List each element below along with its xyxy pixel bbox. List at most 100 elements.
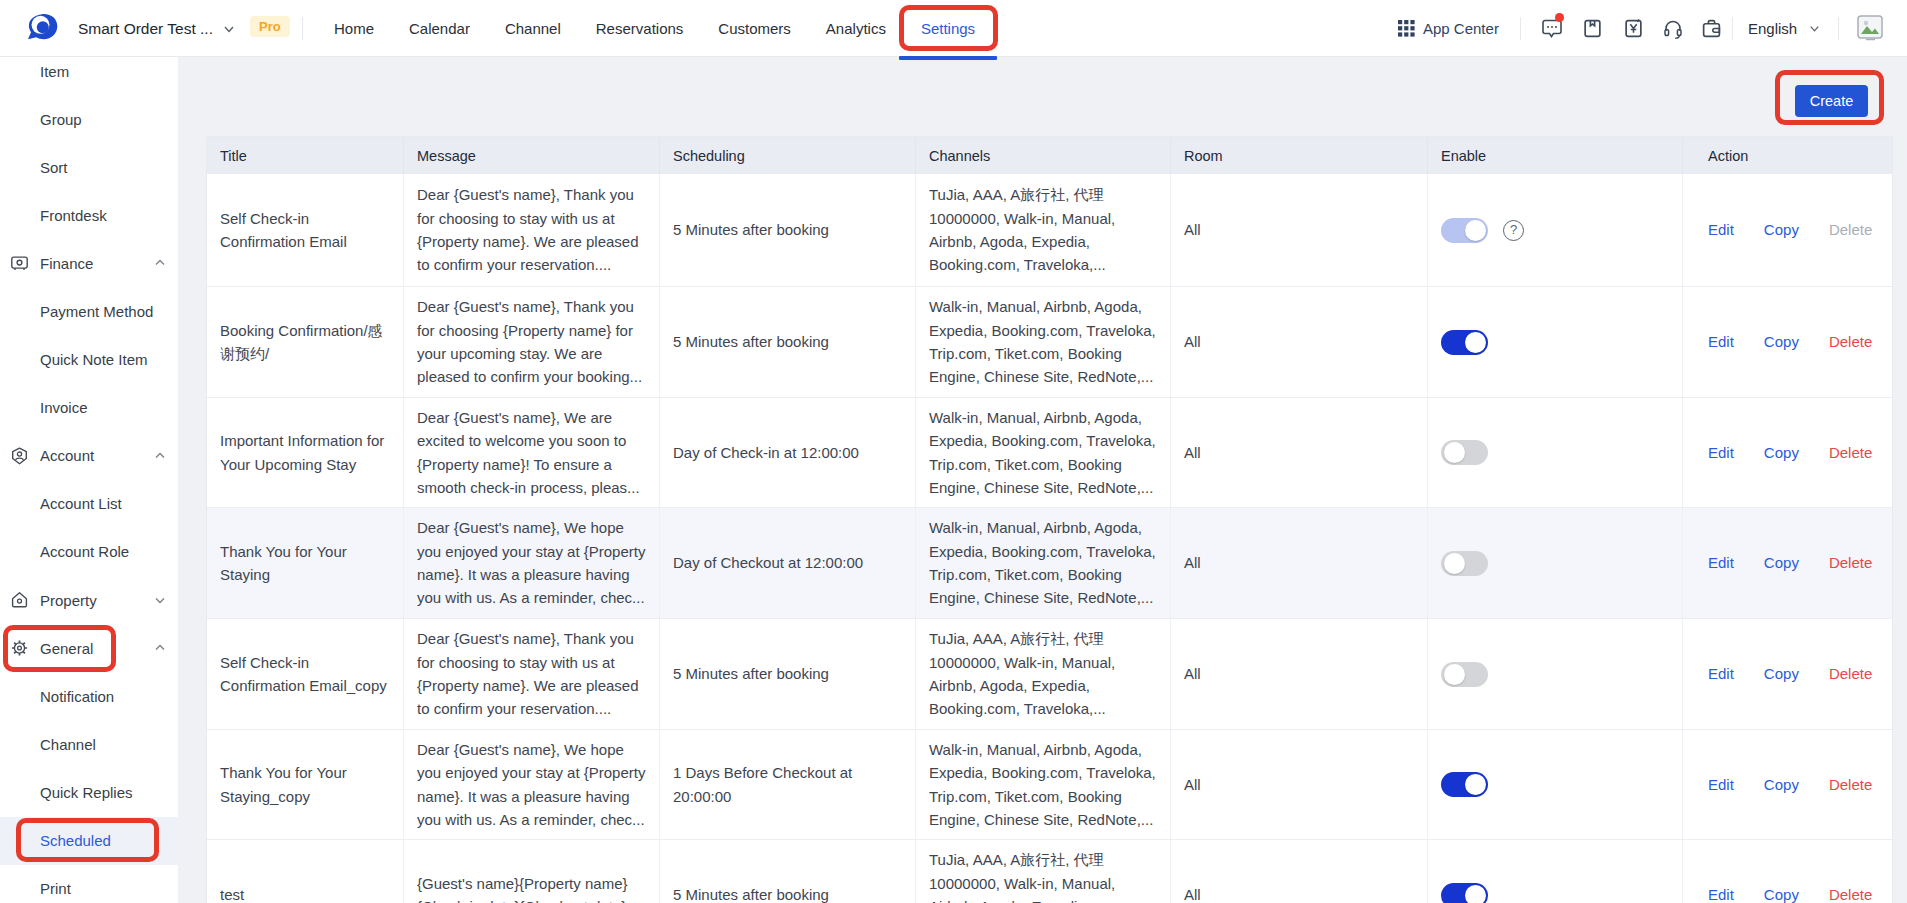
sidebar-item-print[interactable]: Print: [0, 865, 178, 903]
nav-settings[interactable]: Settings: [921, 20, 975, 37]
cell-message: Dear {Guest's name}, Thank you for choos…: [404, 174, 660, 287]
edit-link[interactable]: Edit: [1708, 662, 1734, 685]
cell-scheduling: 5 Minutes after booking: [660, 174, 916, 287]
delete-link[interactable]: Delete: [1829, 218, 1872, 241]
sidebar-item-invoice[interactable]: Invoice: [0, 384, 178, 432]
nav-home[interactable]: Home: [334, 20, 374, 37]
table-row: Self Check-in Confirmation Email_copy De…: [207, 619, 1892, 730]
delete-link[interactable]: Delete: [1829, 883, 1872, 903]
copy-link[interactable]: Copy: [1764, 441, 1799, 464]
sidebar-item-frontdesk[interactable]: Frontdesk: [0, 191, 178, 239]
edit-link[interactable]: Edit: [1708, 218, 1734, 241]
nav-customers[interactable]: Customers: [718, 20, 791, 37]
account-icon: [10, 446, 29, 465]
delete-link[interactable]: Delete: [1829, 441, 1872, 464]
col-header-message: Message: [404, 137, 660, 174]
col-header-channels: Channels: [916, 137, 1171, 174]
enable-toggle[interactable]: [1441, 551, 1488, 576]
edit-link[interactable]: Edit: [1708, 883, 1734, 903]
avatar-broken-image-icon[interactable]: [1856, 14, 1884, 42]
app-center-button[interactable]: App Center: [1398, 0, 1499, 57]
property-icon: [10, 591, 29, 610]
copy-link[interactable]: Copy: [1764, 883, 1799, 903]
receipt-yuan-icon: [1623, 18, 1644, 39]
cell-title: Self Check-in Confirmation Email_copy: [207, 619, 404, 730]
cell-action: Edit Copy Delete: [1683, 619, 1892, 730]
notification-dot: [1555, 13, 1564, 22]
sidebar-section-account[interactable]: Account: [0, 432, 178, 480]
enable-toggle[interactable]: [1441, 440, 1488, 465]
cell-action: Edit Copy Delete: [1683, 508, 1892, 619]
sidebar-section-finance[interactable]: Finance: [0, 239, 178, 287]
copy-link[interactable]: Copy: [1764, 662, 1799, 685]
col-header-title: Title: [207, 137, 404, 174]
sidebar-item-payment-method[interactable]: Payment Method: [0, 287, 178, 335]
sidebar-item-item[interactable]: Item: [0, 57, 178, 95]
language-chevron-down-icon: [1808, 22, 1821, 35]
app-grid-icon: [1398, 20, 1415, 37]
wallet-button[interactable]: [1701, 0, 1722, 57]
enable-toggle[interactable]: [1441, 883, 1488, 903]
copy-link[interactable]: Copy: [1764, 773, 1799, 796]
nav-analytics[interactable]: Analytics: [826, 20, 886, 37]
cell-action: Edit Copy Delete: [1683, 840, 1892, 903]
workspace-chevron-down-icon[interactable]: [222, 22, 236, 36]
cell-title: test: [207, 840, 404, 903]
support-button[interactable]: [1662, 0, 1684, 57]
cell-scheduling: 5 Minutes after booking: [660, 619, 916, 730]
sidebar-item-quick-note-item[interactable]: Quick Note Item: [0, 336, 178, 384]
sidebar-item-quick-replies[interactable]: Quick Replies: [0, 768, 178, 816]
messages-button[interactable]: [1540, 0, 1564, 57]
billing-button[interactable]: [1623, 0, 1644, 57]
delete-link[interactable]: Delete: [1829, 330, 1872, 353]
sidebar-section-general[interactable]: General: [0, 624, 178, 672]
table-row: Thank You for Your Staying_copy Dear {Gu…: [207, 730, 1892, 840]
table-row: Important Information for Your Upcoming …: [207, 398, 1892, 508]
edit-link[interactable]: Edit: [1708, 441, 1734, 464]
help-icon[interactable]: ?: [1503, 220, 1524, 241]
copy-link[interactable]: Copy: [1764, 330, 1799, 353]
bookmark-button[interactable]: [1582, 0, 1603, 57]
nav-channel[interactable]: Channel: [505, 20, 561, 37]
language-selector[interactable]: English: [1748, 0, 1821, 57]
cell-enable: ?: [1428, 174, 1683, 287]
copy-link[interactable]: Copy: [1764, 551, 1799, 574]
edit-link[interactable]: Edit: [1708, 330, 1734, 353]
table-row: Thank You for Your Staying Dear {Guest's…: [207, 508, 1892, 619]
table-body: Self Check-in Confirmation Email Dear {G…: [207, 174, 1892, 903]
sidebar-item-account-list[interactable]: Account List: [0, 480, 178, 528]
delete-link[interactable]: Delete: [1829, 773, 1872, 796]
sidebar-item-notification[interactable]: Notification: [0, 672, 178, 720]
sidebar-section-property[interactable]: Property: [0, 576, 178, 624]
finance-icon: [10, 254, 29, 273]
enable-toggle[interactable]: [1441, 662, 1488, 687]
chevron-up-icon: [154, 450, 166, 462]
cell-action: Edit Copy Delete: [1683, 174, 1892, 287]
sidebar-item-sort[interactable]: Sort: [0, 143, 178, 191]
delete-link[interactable]: Delete: [1829, 551, 1872, 574]
copy-link[interactable]: Copy: [1764, 218, 1799, 241]
delete-link[interactable]: Delete: [1829, 662, 1872, 685]
edit-link[interactable]: Edit: [1708, 773, 1734, 796]
workspace-name[interactable]: Smart Order Test ...: [78, 0, 213, 57]
general-gear-icon: [10, 639, 29, 658]
wallet-icon: [1701, 18, 1722, 39]
edit-link[interactable]: Edit: [1708, 551, 1734, 574]
sidebar-item-channel[interactable]: Channel: [0, 720, 178, 768]
cell-message: {Guest's name}{Property name} {Check-in …: [404, 840, 660, 903]
enable-toggle[interactable]: [1441, 330, 1488, 355]
nav-reservations[interactable]: Reservations: [596, 20, 684, 37]
sidebar-item-account-role[interactable]: Account Role: [0, 528, 178, 576]
cell-channels: Walk-in, Manual, Airbnb, Agoda, Expedia,…: [916, 508, 1171, 619]
enable-toggle[interactable]: [1441, 218, 1488, 243]
cell-channels: TuJia, AAA, A旅行社, 代理 10000000, Walk-in, …: [916, 174, 1171, 287]
enable-toggle[interactable]: [1441, 772, 1488, 797]
sidebar-item-scheduled[interactable]: Scheduled: [0, 817, 178, 865]
cell-scheduling: 1 Days Before Checkout at 20:00:00: [660, 730, 916, 840]
nav-calendar[interactable]: Calendar: [409, 20, 470, 37]
sidebar-item-group[interactable]: Group: [0, 95, 178, 143]
cell-channels: TuJia, AAA, A旅行社, 代理 10000000, Walk-in, …: [916, 619, 1171, 730]
create-button[interactable]: Create: [1795, 85, 1868, 117]
cell-scheduling: Day of Checkout at 12:00:00: [660, 508, 916, 619]
cell-channels: TuJia, AAA, A旅行社, 代理 10000000, Walk-in, …: [916, 840, 1171, 903]
